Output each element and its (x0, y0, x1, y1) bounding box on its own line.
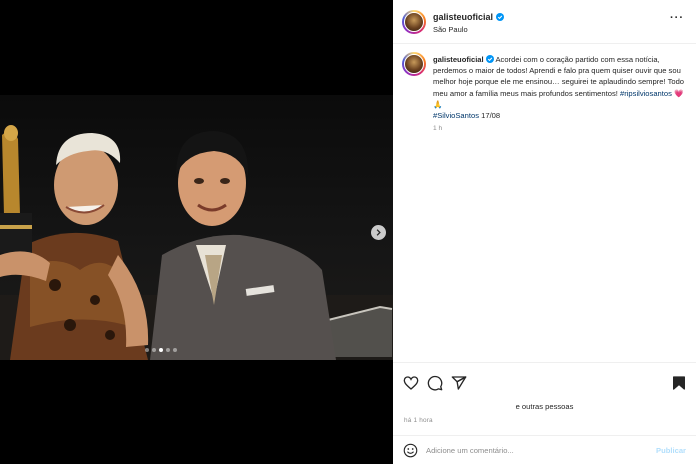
caption-section: galisteuoficial Acordei com o coração pa… (393, 44, 696, 362)
post-photo (0, 95, 393, 360)
username-link[interactable]: galisteuoficial (433, 12, 493, 22)
hashtag-ripsilviosantos[interactable]: #ripsilviosantos (620, 89, 672, 98)
post-timestamp: há 1 hora (404, 417, 433, 424)
caption-date: 17/08 (479, 111, 501, 121)
carousel-dot (152, 348, 156, 352)
post-author[interactable]: galisteuoficial (433, 12, 505, 22)
emoji-icon[interactable] (403, 443, 418, 458)
carousel-dot (173, 348, 177, 352)
verified-badge-icon (485, 55, 494, 63)
chevron-right-icon (376, 229, 381, 236)
more-options-button[interactable]: ··· (670, 12, 684, 24)
action-bar: e outras pessoas há 1 hora Publicar (393, 362, 696, 464)
post-header: galisteuoficial São Paulo ··· (393, 0, 696, 44)
likes-summary[interactable]: e outras pessoas (393, 402, 696, 411)
comment-icon[interactable] (427, 375, 443, 391)
caption-avatar[interactable] (402, 52, 426, 76)
caption-username[interactable]: galisteuoficial (433, 55, 484, 64)
hashtag-silviosantos[interactable]: #SilvioSantos (433, 111, 479, 120)
caption-time: 1 h (433, 125, 443, 132)
photo-illustration (0, 125, 393, 360)
carousel-indicator (145, 348, 177, 352)
publish-button[interactable]: Publicar (656, 446, 686, 455)
post-details-pane: galisteuoficial São Paulo ··· galisteuof… (393, 0, 696, 464)
media-pane (0, 0, 393, 464)
bookmark-icon[interactable] (671, 375, 687, 391)
avatar[interactable] (402, 10, 426, 34)
verified-badge-icon (496, 13, 505, 21)
carousel-dot (159, 348, 163, 352)
location-link[interactable]: São Paulo (433, 25, 468, 34)
next-slide-button[interactable] (371, 225, 386, 240)
caption-text: galisteuoficial Acordei com o coração pa… (433, 54, 685, 121)
share-icon[interactable] (451, 375, 467, 391)
comment-bar: Publicar (393, 435, 696, 464)
comment-input[interactable] (426, 442, 641, 459)
heart-icon[interactable] (403, 375, 419, 391)
carousel-dot (166, 348, 170, 352)
carousel-dot (145, 348, 149, 352)
